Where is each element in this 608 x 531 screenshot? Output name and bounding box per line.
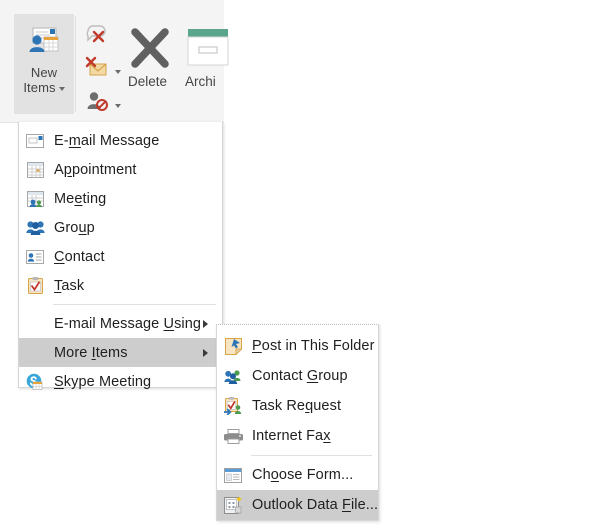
group-icon [25,218,45,238]
post-in-folder-icon [223,336,243,356]
menu-item-email-message[interactable]: E-mail Message [19,126,222,155]
more-items-submenu: Post in This Folder Contact Group Task R… [216,324,379,521]
new-items-icon [24,26,64,61]
menu-item-group[interactable]: Group [19,213,222,242]
junk-email-button[interactable] [84,52,124,86]
menu-item-label: Meeting [54,190,107,207]
submenu-item-label: Task Request [252,398,342,414]
menu-item-more-items[interactable]: More Items [19,338,222,367]
meeting-icon [25,189,45,209]
menu-item-label: E-mail Message Using [54,315,202,332]
new-items-label-line2: Items [23,80,65,95]
block-sender-button[interactable] [84,86,124,120]
blank-icon [25,314,45,334]
menu-item-label: Group [54,219,95,236]
chevron-right-icon [203,319,208,328]
choose-form-icon [223,465,243,485]
delete-label: Delete [128,74,168,89]
menu-item-label: Task [54,277,85,294]
menu-item-label: More Items [54,344,128,361]
submenu-item-outlook-data-file[interactable]: Outlook Data File... [217,490,378,520]
internet-fax-icon [223,426,243,446]
menu-item-label: E-mail Message [54,132,160,149]
menu-item-skype-meeting[interactable]: Skype Meeting [19,367,222,396]
submenu-item-choose-form[interactable]: Choose Form... [217,460,378,490]
contact-group-icon [223,366,243,386]
submenu-item-label: Internet Fax [252,428,331,444]
menu-item-appointment[interactable]: Appointment [19,155,222,184]
archive-label: Archi [185,74,216,89]
new-items-button[interactable]: New Items [14,14,74,114]
junk-email-icon [84,56,112,83]
menu-item-task[interactable]: Task [19,271,222,300]
archive-icon [187,29,229,66]
appointment-icon [25,160,45,180]
ignore-conversation-button[interactable] [84,18,124,52]
submenu-item-task-request[interactable]: Task Request [217,391,378,421]
skype-meeting-icon [25,372,45,392]
new-items-label-line1: New [30,65,58,80]
blank-icon [25,343,45,363]
outlook-data-file-icon [223,495,243,515]
submenu-item-post-in-this-folder[interactable]: Post in This Folder [217,331,378,361]
delete-button[interactable] [127,26,173,75]
menu-item-contact[interactable]: Contact [19,242,222,271]
menu-separator [53,304,216,305]
ignore-conversation-icon [84,22,112,49]
delete-x-icon [131,28,169,68]
contact-icon [25,247,45,267]
submenu-item-internet-fax[interactable]: Internet Fax [217,421,378,451]
ribbon: New Items Delete Archi [0,0,229,123]
chevron-right-icon [203,348,208,357]
menu-item-label: Appointment [54,161,137,178]
submenu-item-contact-group[interactable]: Contact Group [217,361,378,391]
chevron-down-icon[interactable] [115,104,121,108]
menu-item-email-message-using[interactable]: E-mail Message Using [19,309,222,338]
small-commands-column [84,18,124,120]
submenu-item-label: Contact Group [252,368,348,384]
submenu-item-label: Outlook Data File... [252,497,379,513]
submenu-separator [251,455,372,456]
new-items-label-text: Items [23,80,56,95]
menu-item-label: Contact [54,248,105,265]
submenu-item-label: Choose Form... [252,467,354,483]
email-message-icon [25,131,45,151]
new-items-dropdown-menu: E-mail Message Appointment Meeting Group… [18,122,223,390]
menu-item-meeting[interactable]: Meeting [19,184,222,213]
menu-item-label: Skype Meeting [54,373,152,390]
chevron-down-icon[interactable] [58,86,65,91]
archive-button[interactable] [186,25,230,74]
ribbon-group-divider [75,16,76,112]
chevron-down-icon[interactable] [115,70,121,74]
block-sender-icon [84,90,112,117]
task-icon [25,276,45,296]
submenu-item-label: Post in This Folder [252,338,375,354]
task-request-icon [223,396,243,416]
